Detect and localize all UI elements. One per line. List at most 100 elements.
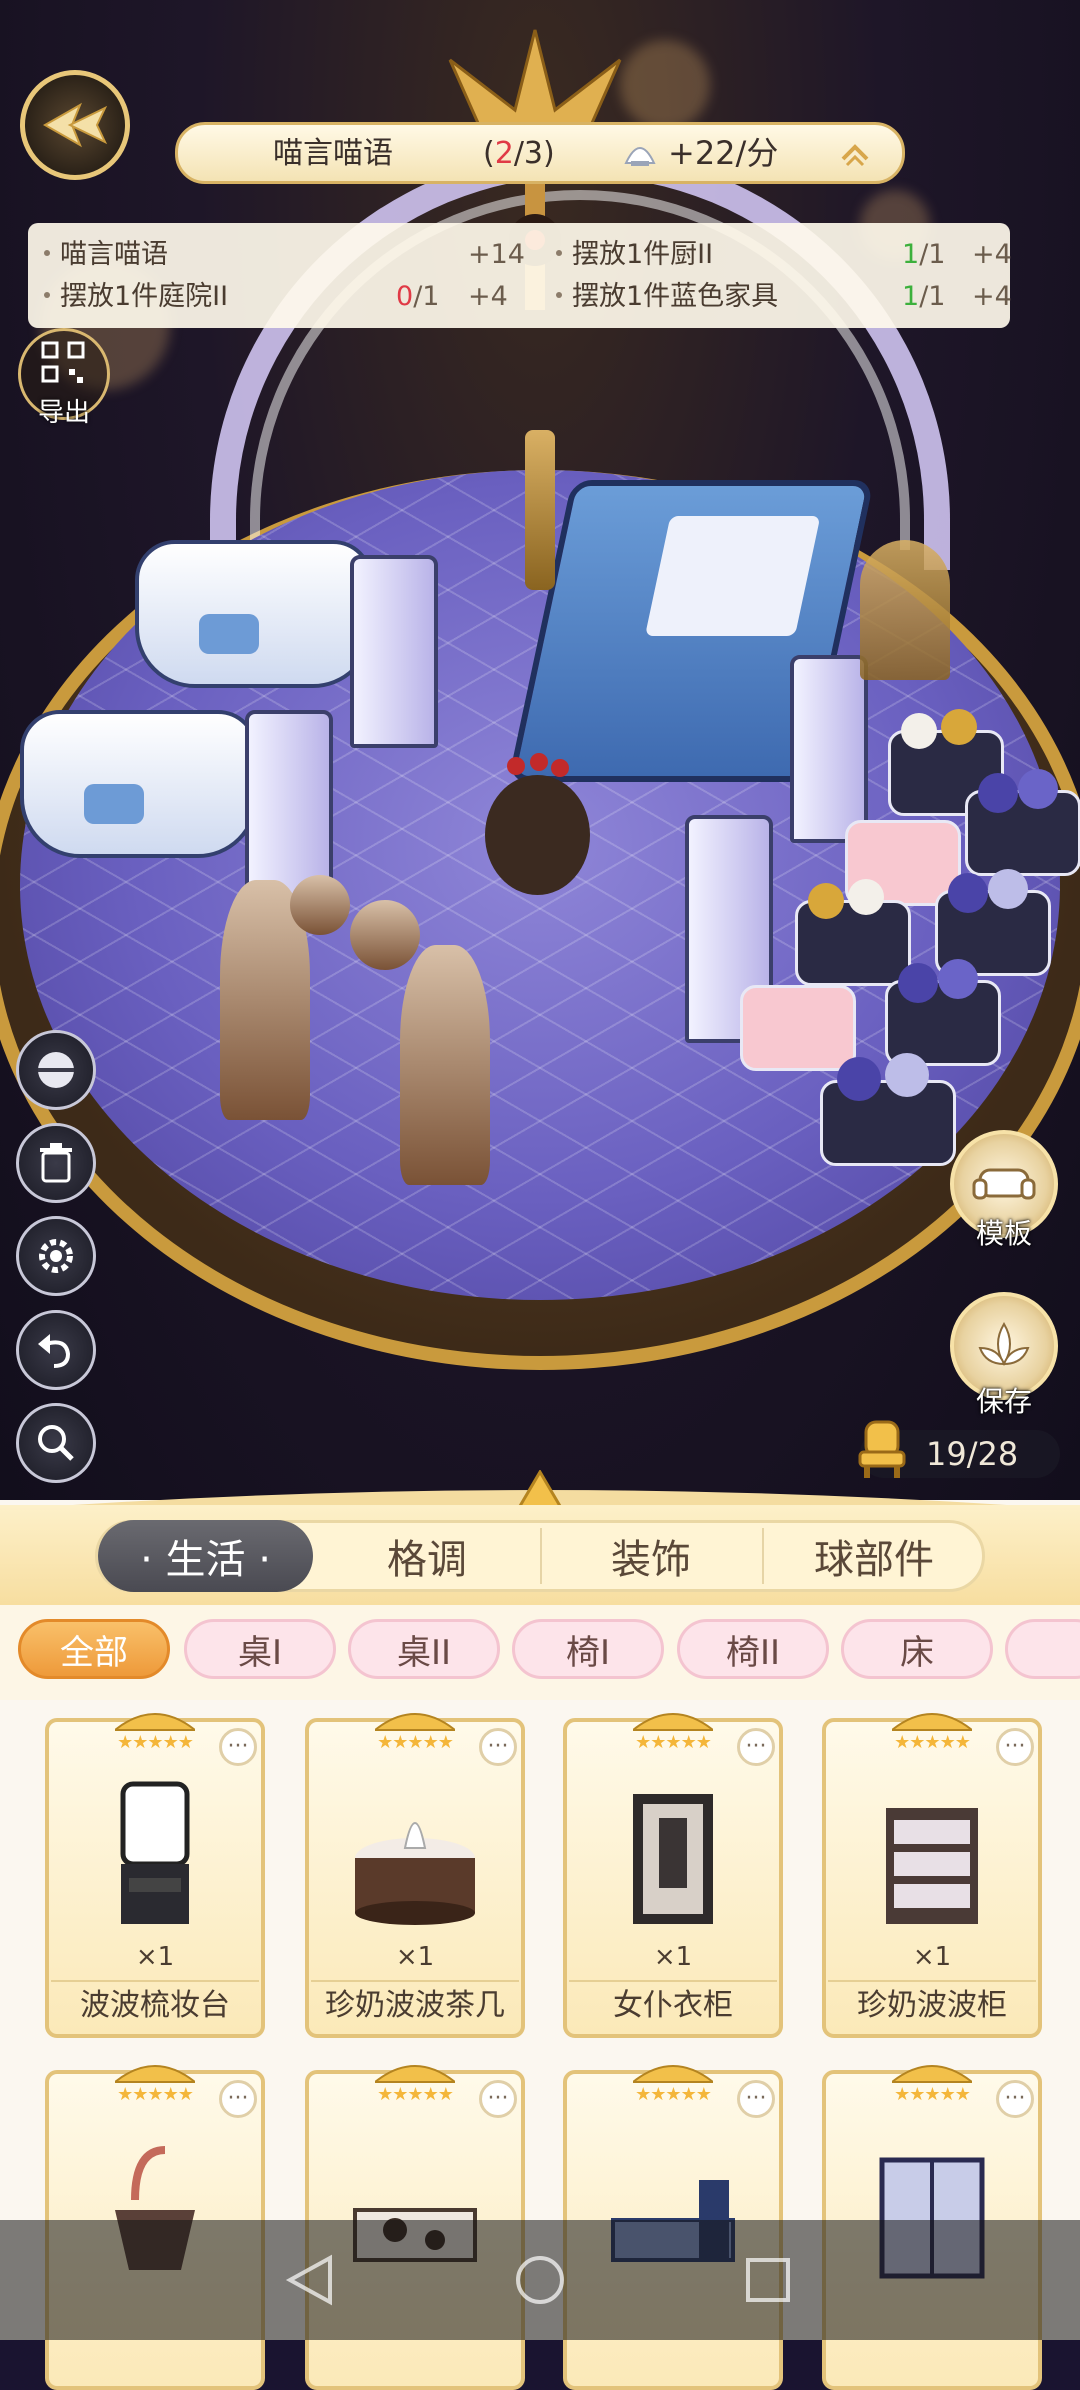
tab-divider — [762, 1528, 764, 1584]
wardrobe-icon — [633, 1794, 713, 1924]
filter-more[interactable] — [1005, 1619, 1080, 1679]
more-options-button[interactable]: ··· — [737, 2080, 775, 2118]
rarity-stars: ★★★★★ — [894, 1732, 971, 1753]
item-name: 女仆衣柜 — [569, 1980, 777, 2030]
chevron-up-icon[interactable] — [838, 139, 872, 169]
sofa-icon — [972, 1168, 1036, 1200]
task-progress: 0/1 — [396, 281, 440, 312]
milk-tea-cabinet-icon — [886, 1808, 978, 1924]
flower-box[interactable] — [965, 769, 1080, 876]
trash-icon — [40, 1143, 72, 1183]
more-options-button[interactable]: ··· — [479, 2080, 517, 2118]
system-nav-bar — [0, 2220, 1080, 2340]
item-card[interactable]: ★★★★★ ··· ×1 女仆衣柜 — [563, 1713, 783, 2038]
more-options-button[interactable]: ··· — [996, 1728, 1034, 1766]
task-item: 摆放1件庭院II — [38, 279, 228, 315]
filter-chair-1[interactable]: 椅I — [512, 1619, 664, 1679]
rarity-stars: ★★★★★ — [377, 1732, 454, 1753]
nav-home-icon — [516, 2256, 564, 2304]
more-options-button[interactable]: ··· — [219, 2080, 257, 2118]
tab-style[interactable]: 格调 — [318, 1520, 536, 1592]
item-quantity: ×1 — [912, 1942, 952, 1972]
cream-puff[interactable] — [350, 900, 420, 970]
coat-stand[interactable] — [525, 430, 555, 590]
back-button[interactable] — [20, 70, 130, 180]
task-progress: 1/1 — [902, 239, 946, 270]
more-options-button[interactable]: ··· — [219, 1728, 257, 1766]
tab-decor[interactable]: 装饰 — [542, 1520, 760, 1592]
card-crest-ornament — [892, 2065, 972, 2083]
vanity-table-icon — [120, 1781, 190, 1924]
card-crest-ornament — [892, 1713, 972, 1731]
cream-puff[interactable] — [290, 875, 350, 935]
export-label: 导出 — [37, 398, 90, 428]
task-points: +14 — [468, 239, 525, 270]
item-name: 珍奶波波柜 — [828, 1980, 1036, 2030]
task-points: +4 — [972, 281, 1012, 312]
task-points: +4 — [972, 239, 1012, 270]
undo-button[interactable] — [16, 1310, 96, 1390]
template-label: 模板 — [975, 1217, 1032, 1250]
item-name: 波波梳妆台 — [51, 1980, 259, 2030]
filter-bed[interactable]: 床 — [841, 1619, 993, 1679]
rarity-stars: ★★★★★ — [635, 2084, 712, 2105]
bathtub[interactable] — [135, 540, 373, 688]
rarity-stars: ★★★★★ — [117, 2084, 194, 2105]
zoom-icon — [38, 1425, 74, 1461]
bathtub[interactable] — [20, 710, 258, 858]
hide-toggle-icon — [38, 1052, 74, 1088]
gear-icon — [39, 1239, 73, 1273]
quest-task-list: 喵言喵语 +14 摆放1件庭院II 0/1 +4 摆放1件厨II 1/1 +4 … — [28, 223, 1012, 328]
more-options-button[interactable]: ··· — [737, 1728, 775, 1766]
task-points: +4 — [468, 281, 508, 312]
rarity-stars: ★★★★★ — [117, 1732, 194, 1753]
item-quantity: ×1 — [395, 1942, 435, 1972]
lotus-save-icon — [978, 1322, 1030, 1366]
folding-screen[interactable] — [245, 710, 333, 898]
undo-icon — [38, 1334, 71, 1368]
cream-stool[interactable] — [400, 945, 490, 1185]
card-crest-ornament — [633, 1713, 713, 1731]
back-arrow-icon — [42, 102, 108, 148]
shell-icon — [624, 147, 656, 166]
item-card[interactable]: ★★★★★ ··· ×1 珍奶波波茶几 — [305, 1713, 525, 2038]
card-crest-ornament — [115, 2065, 195, 2083]
item-card[interactable]: ★★★★★ ··· ×1 波波梳妆台 — [45, 1713, 265, 2038]
nav-recents-icon — [746, 2258, 790, 2302]
item-quantity: ×1 — [135, 1942, 175, 1972]
cake-stand-pink[interactable] — [740, 985, 856, 1071]
settings-button[interactable] — [16, 1216, 96, 1296]
quest-title: 喵言喵语 — [273, 136, 393, 171]
filter-chair-2[interactable]: 椅II — [677, 1619, 829, 1679]
item-card[interactable]: ★★★★★ ··· ×1 珍奶波波柜 — [822, 1713, 1042, 2038]
tab-life[interactable]: · 生活 · — [98, 1520, 313, 1592]
quest-progress: (2/3) — [483, 136, 555, 171]
filter-table-1[interactable]: 桌I — [184, 1619, 336, 1679]
filter-all[interactable]: 全部 — [18, 1619, 170, 1679]
hide-toggle-button[interactable] — [16, 1030, 96, 1110]
task-progress: 1/1 — [902, 281, 946, 312]
tab-sphere-parts[interactable]: 球部件 — [766, 1520, 982, 1592]
quest-title-bar[interactable]: 喵言喵语 (2/3) +22/分 — [175, 122, 905, 184]
more-options-button[interactable]: ··· — [479, 1728, 517, 1766]
rarity-stars: ★★★★★ — [377, 2084, 454, 2105]
rarity-stars: ★★★★★ — [635, 1732, 712, 1753]
filter-table-2[interactable]: 桌II — [348, 1619, 500, 1679]
folding-screen[interactable] — [790, 655, 868, 843]
card-crest-ornament — [115, 1713, 195, 1731]
task-item: 喵言喵语 — [38, 237, 168, 273]
flower-box[interactable] — [795, 879, 911, 986]
task-item: 摆放1件厨II — [550, 237, 713, 273]
quest-rate: +22/分 — [668, 134, 779, 172]
milk-tea-table-icon — [355, 1822, 475, 1925]
more-options-button[interactable]: ··· — [996, 2080, 1034, 2118]
qr-code-icon — [41, 341, 85, 383]
flower-box[interactable] — [820, 1053, 956, 1166]
folding-screen[interactable] — [350, 555, 438, 748]
capacity-text: 19/28 — [926, 1435, 1019, 1473]
bird-cage[interactable] — [860, 540, 950, 680]
delete-button[interactable] — [16, 1123, 96, 1203]
task-item: 摆放1件蓝色家具 — [550, 279, 778, 315]
card-crest-ornament — [633, 2065, 713, 2083]
cake-table[interactable] — [485, 753, 590, 895]
